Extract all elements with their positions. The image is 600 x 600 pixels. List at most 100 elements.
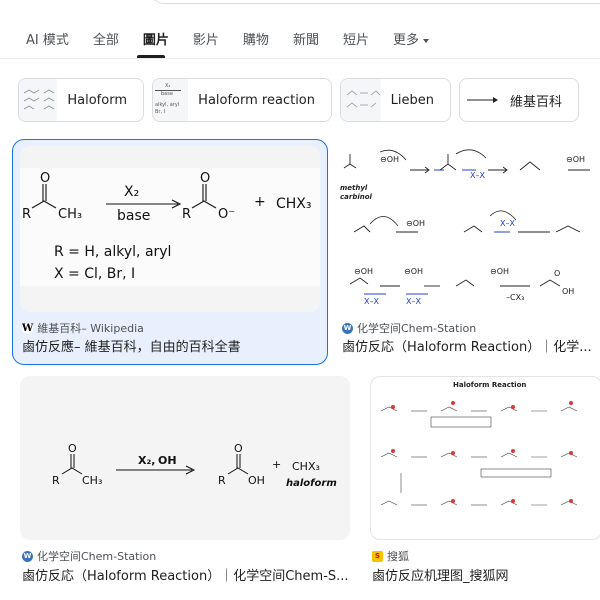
result-source[interactable]: W 化学空间Chem-Station — [342, 320, 476, 336]
chip-thumb-text: base — [155, 90, 181, 98]
svg-text:R: R — [52, 474, 60, 487]
wordpress-icon: W — [22, 550, 33, 562]
svg-text:⊖OH: ⊖OH — [566, 155, 585, 164]
molecule-thumbnail-icon — [23, 89, 55, 110]
chip-thumbnail — [460, 79, 500, 121]
mechanism-chart-diagram: Haloform Reaction — [380, 381, 578, 506]
svg-text:O: O — [40, 171, 50, 186]
r-definition: R = H, alkyl, aryl — [54, 244, 171, 260]
wordpress-icon: W — [342, 322, 353, 334]
sohu-icon: S — [372, 550, 383, 562]
search-box-edge — [150, 0, 600, 4]
result-source[interactable]: W 維基百科– Wikipedia — [22, 320, 144, 336]
methyl-label: methyl — [340, 184, 368, 192]
svg-text:CH₃: CH₃ — [58, 207, 82, 222]
tab-ai-mode[interactable]: AI 模式 — [26, 30, 69, 52]
svg-text:O: O — [200, 171, 210, 186]
svg-text:O: O — [554, 269, 560, 278]
chip-thumbnail — [19, 79, 58, 121]
result-title[interactable]: 鹵仿反應– 維基百科，自由的百科全書 — [22, 336, 318, 355]
plus-sign: + — [254, 194, 266, 210]
image-result-3[interactable]: O R CH₃ X₂, OH O R OH + CHX₃ haloform W … — [20, 376, 350, 586]
chip-thumb-text: X₂ — [165, 83, 171, 89]
molecule-thumbnail-icon — [346, 90, 381, 108]
source-name: 搜狐 — [387, 550, 409, 563]
haloform-scheme-diagram: O R CH₃ X₂, OH O R OH + CHX₃ haloform — [52, 442, 337, 489]
svg-text:X–X: X–X — [406, 297, 421, 306]
tab-shopping[interactable]: 購物 — [243, 30, 269, 52]
reagent-label: X₂, — [138, 454, 155, 467]
plus-sign: + — [272, 458, 281, 471]
mechanism-diagram: ⊖OH X–X ⊖OH methyl carbinol ⊖OH X–X ⊖OH … — [340, 149, 590, 306]
svg-text:R: R — [218, 474, 226, 487]
image-result-2[interactable]: ⊖OH X–X ⊖OH methyl carbinol ⊖OH X–X ⊖OH … — [340, 146, 600, 356]
svg-text:R: R — [22, 207, 31, 222]
svg-text:⊖OH: ⊖OH — [490, 267, 509, 276]
chip-thumbnail: X₂ base alkyl, aryl Br, I — [153, 79, 189, 121]
svg-text:O⁻: O⁻ — [218, 207, 235, 222]
reagent-label: X₂ — [124, 184, 139, 200]
image-result-1[interactable]: O R CH₃ O R O⁻ X₂ base + CHX₃ R = H, alk… — [20, 146, 320, 356]
result-image[interactable]: O R CH₃ O R O⁻ X₂ base + CHX₃ R = H, alk… — [20, 146, 320, 312]
svg-text:OH: OH — [248, 474, 265, 487]
result-source[interactable]: S 搜狐 — [372, 548, 409, 564]
tab-shorts[interactable]: 短片 — [343, 30, 369, 52]
svg-text:⊖OH: ⊖OH — [354, 267, 373, 276]
tab-more[interactable]: 更多 — [393, 30, 429, 52]
product-name-label: haloform — [286, 478, 337, 489]
result-image[interactable]: ⊖OH X–X ⊖OH methyl carbinol ⊖OH X–X ⊖OH … — [340, 146, 600, 312]
svg-text:–CX₃: –CX₃ — [506, 293, 524, 302]
result-title[interactable]: 鹵仿反应机理图_搜狐网 — [372, 565, 598, 584]
image-result-4[interactable]: Haloform Reaction S 搜狐 鹵仿反应机理图_搜狐网 — [370, 376, 600, 586]
tab-images[interactable]: 圖片 — [143, 30, 169, 52]
chevron-down-icon — [422, 39, 429, 43]
svg-text:OH: OH — [562, 287, 574, 296]
svg-text:X–X: X–X — [364, 297, 379, 306]
chip-label: Haloform reaction — [198, 92, 315, 108]
chip-thumb-text: Br, I — [155, 109, 166, 115]
svg-text:CH₃: CH₃ — [82, 474, 102, 487]
chip-label: Haloform — [67, 92, 127, 108]
result-image[interactable]: O R CH₃ X₂, OH O R OH + CHX₃ haloform — [20, 376, 350, 540]
svg-text:X–X: X–X — [500, 219, 515, 228]
reagent-oh-label: OH — [158, 454, 177, 467]
svg-text:⊖OH: ⊖OH — [380, 155, 399, 164]
arrow-thumbnail-icon — [467, 97, 498, 103]
product-label: CHX₃ — [292, 460, 320, 473]
wikipedia-icon: W — [22, 322, 34, 334]
product-label: CHX₃ — [276, 196, 312, 212]
chip-haloform[interactable]: Haloform — [18, 78, 144, 122]
tabs-divider — [0, 58, 600, 59]
source-name: 維基百科– Wikipedia — [37, 322, 144, 335]
chip-thumbnail — [341, 79, 381, 121]
result-image[interactable]: Haloform Reaction — [370, 376, 600, 540]
carbinol-label: carbinol — [340, 193, 373, 201]
haloform-reaction-diagram: O R CH₃ O R O⁻ X₂ base + CHX₃ R = H, alk… — [20, 146, 320, 312]
result-title[interactable]: 鹵仿反応（Haloform Reaction）｜化学空间Chem-S... — [22, 565, 350, 584]
svg-text:R: R — [182, 207, 191, 222]
chip-label: 維基百科 — [509, 94, 562, 110]
result-source[interactable]: W 化学空间Chem-Station — [22, 548, 156, 564]
search-tabs: AI 模式 全部 圖片 影片 購物 新聞 短片 更多 — [26, 30, 453, 52]
chip-haloform-reaction[interactable]: X₂ base alkyl, aryl Br, I Haloform react… — [152, 78, 332, 122]
related-search-chips: Haloform X₂ base alkyl, aryl Br, I Halof… — [18, 78, 579, 122]
mechanism-heading: Haloform Reaction — [453, 381, 526, 389]
chip-lieben[interactable]: Lieben — [340, 78, 451, 122]
chip-wikipedia[interactable]: 維基百科 — [459, 78, 579, 122]
tab-videos[interactable]: 影片 — [193, 30, 219, 52]
svg-text:O: O — [68, 442, 77, 455]
source-name: 化学空间Chem-Station — [37, 550, 157, 563]
svg-text:⊖OH: ⊖OH — [404, 267, 423, 276]
svg-text:X–X: X–X — [470, 171, 485, 180]
tab-news[interactable]: 新聞 — [293, 30, 319, 52]
x-definition: X = Cl, Br, I — [54, 266, 135, 282]
tab-more-label: 更多 — [392, 33, 419, 48]
result-title[interactable]: 鹵仿反応（Haloform Reaction）｜化学... — [342, 336, 594, 355]
chip-label: Lieben — [390, 92, 434, 108]
svg-text:O: O — [234, 442, 243, 455]
condition-label: base — [117, 208, 150, 224]
source-name: 化学空间Chem-Station — [357, 322, 477, 335]
chip-thumb-text: alkyl, aryl — [155, 102, 180, 108]
tab-all[interactable]: 全部 — [93, 30, 119, 52]
svg-text:⊖OH: ⊖OH — [406, 219, 425, 228]
